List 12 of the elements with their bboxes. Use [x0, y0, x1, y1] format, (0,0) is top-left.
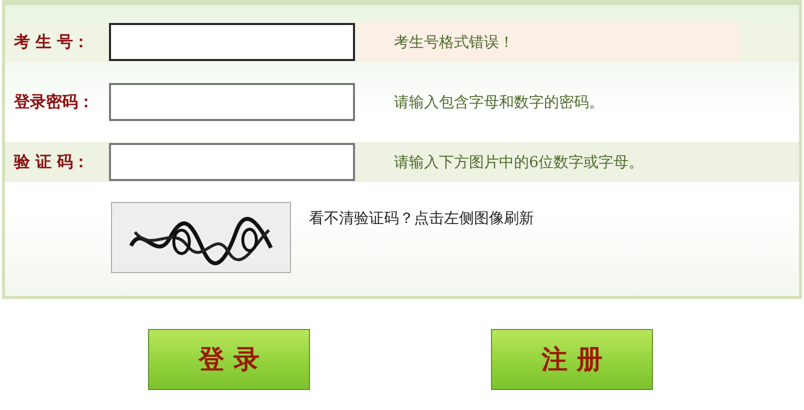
register-button[interactable]: 注 册	[491, 329, 653, 390]
login-button[interactable]: 登 录	[148, 329, 310, 390]
field-label: 登录密码：	[12, 92, 95, 112]
field-label: 验 证 码：	[12, 152, 90, 172]
input-field[interactable]	[109, 23, 355, 61]
refresh-note: 看不清验证码？点击左侧图像刷新	[309, 209, 534, 228]
hint-text: 请输入下方图片中的6位数字或字母。	[394, 152, 644, 172]
input-field[interactable]	[109, 143, 355, 181]
error-message: 考生号格式错误！	[394, 32, 514, 52]
input-field[interactable]	[109, 83, 355, 121]
field-label: 考 生 号：	[12, 32, 90, 52]
hint-text: 请输入包含字母和数字的密码。	[394, 92, 604, 112]
